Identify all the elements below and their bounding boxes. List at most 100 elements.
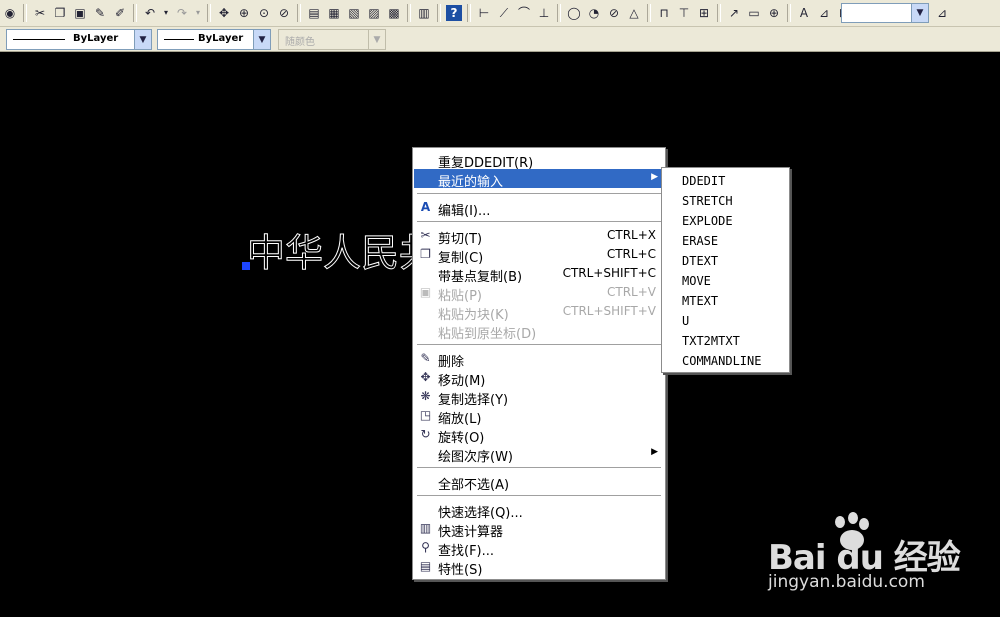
paste-icon[interactable]: ▣	[72, 5, 88, 21]
menu-item-copy[interactable]: ❐ 复制(C) CTRL+C	[414, 245, 664, 266]
copy-icon[interactable]: ❐	[52, 5, 68, 21]
menu-item-label: 绘图次序(W)	[438, 450, 513, 465]
chevron-down-icon[interactable]: ▼	[134, 30, 151, 49]
chevron-down-icon: ▼	[368, 30, 385, 49]
calculator-icon[interactable]: ▥	[416, 5, 432, 21]
menu-item-copy-selection[interactable]: ❋ 复制选择(Y)	[414, 387, 664, 408]
menu-item-quick-select[interactable]: 快速选择(Q)...	[414, 500, 664, 521]
submenu-item[interactable]: ERASE	[682, 234, 718, 248]
menu-item-copy-with-base[interactable]: 带基点复制(B) CTRL+SHIFT+C	[414, 264, 664, 285]
menu-item-edit[interactable]: A 编辑(I)...	[414, 198, 664, 219]
properties-icon[interactable]: ▤	[306, 5, 322, 21]
menu-separator	[417, 221, 661, 222]
menu-item-label: 粘贴到原坐标(D)	[438, 327, 537, 342]
submenu-item[interactable]: DTEXT	[682, 254, 718, 268]
toolbar-separator	[23, 4, 27, 22]
match-properties-icon[interactable]: ✐	[112, 5, 128, 21]
ordinate-dimension-icon[interactable]: ⊥	[536, 5, 552, 21]
menu-separator	[417, 193, 661, 194]
leader-icon[interactable]: ↗	[726, 5, 742, 21]
aligned-dimension-icon[interactable]: ⟋	[496, 5, 512, 21]
dimension-style-combo[interactable]: ▼	[841, 3, 929, 23]
brush-icon[interactable]: ✎	[92, 5, 108, 21]
submenu-item[interactable]: TXT2MTXT	[682, 334, 740, 348]
menu-item-deselect-all[interactable]: 全部不选(A)	[414, 472, 664, 493]
zoom-realtime-icon[interactable]: ⊕	[236, 5, 252, 21]
help-icon[interactable]: ?	[446, 5, 462, 21]
menu-item-move[interactable]: ✥ 移动(M)	[414, 368, 664, 389]
submenu-item[interactable]: EXPLODE	[682, 214, 733, 228]
toolbar-separator	[557, 4, 561, 22]
cut-icon[interactable]: ✂	[32, 5, 48, 21]
menu-item-draw-order[interactable]: 绘图次序(W) ▶	[414, 444, 664, 465]
markup-icon[interactable]: ▩	[386, 5, 402, 21]
scale-icon: ◳	[419, 408, 432, 422]
shortcut: CTRL+V	[607, 285, 656, 299]
sheet-set-icon[interactable]: ▨	[366, 5, 382, 21]
center-mark-icon[interactable]: ⊕	[766, 5, 782, 21]
context-menu: 重复DDEDIT(R) 最近的输入 ▶ A 编辑(I)... ✂ 剪切(T) C…	[412, 147, 666, 580]
diameter-dimension-icon[interactable]: ⊘	[606, 5, 622, 21]
submenu-item[interactable]: U	[682, 314, 689, 328]
pan-icon[interactable]: ◉	[2, 5, 18, 21]
realtime-pan-icon[interactable]: ✥	[216, 5, 232, 21]
arc-length-icon[interactable]: ⌒	[516, 5, 532, 21]
submenu-item[interactable]: MTEXT	[682, 294, 718, 308]
quick-dimension-icon[interactable]: ⊓	[656, 5, 672, 21]
jogged-dimension-icon[interactable]: ◔	[586, 5, 602, 21]
tool-palettes-icon[interactable]: ▧	[346, 5, 362, 21]
zoom-window-icon[interactable]: ⊙	[256, 5, 272, 21]
shortcut: CTRL+SHIFT+C	[562, 266, 656, 280]
menu-item-erase[interactable]: ✎ 删除	[414, 349, 664, 370]
properties-icon: ▤	[419, 559, 432, 573]
baseline-dimension-icon[interactable]: ⊤	[676, 5, 692, 21]
linear-dimension-icon[interactable]: ⊢	[476, 5, 492, 21]
submenu-item[interactable]: COMMANDLINE	[682, 354, 761, 368]
radius-dimension-icon[interactable]: ◯	[566, 5, 582, 21]
toolbar-separator	[467, 4, 471, 22]
menu-item-rotate[interactable]: ↻ 旋转(O)	[414, 425, 664, 446]
submenu-item[interactable]: STRETCH	[682, 194, 733, 208]
color-combo: 随颜色 ▼	[278, 29, 386, 50]
edit-text-icon: A	[420, 200, 431, 214]
line-sample	[164, 39, 194, 40]
design-center-icon[interactable]: ▦	[326, 5, 342, 21]
linetype-combo[interactable]: ByLayer ▼	[157, 29, 271, 50]
dimension-style-icon[interactable]: ⊿	[934, 5, 950, 21]
find-icon: ⚲	[421, 540, 430, 554]
line-sample	[13, 39, 65, 40]
menu-item-repeat[interactable]: 重复DDEDIT(R)	[414, 150, 664, 171]
menu-item-properties[interactable]: ▤ 特性(S)	[414, 557, 664, 578]
chevron-down-icon[interactable]: ▼	[911, 4, 928, 22]
menu-separator	[417, 467, 661, 468]
menu-item-quick-calc[interactable]: ▥ 快速计算器	[414, 519, 664, 540]
angular-dimension-icon[interactable]: △	[626, 5, 642, 21]
submenu-item[interactable]: DDEDIT	[682, 174, 725, 188]
redo-icon[interactable]: ↷	[174, 5, 190, 21]
toolbar-separator	[133, 4, 137, 22]
text-grip[interactable]	[242, 262, 250, 270]
properties-toolbar: ByLayer ▼ ByLayer ▼ 随颜色 ▼	[0, 27, 1000, 52]
dimension-edit-icon[interactable]: A	[796, 5, 812, 21]
zoom-previous-icon[interactable]: ⊘	[276, 5, 292, 21]
menu-item-find[interactable]: ⚲ 查找(F)...	[414, 538, 664, 559]
dimension-text-edit-icon[interactable]: ⊿	[816, 5, 832, 21]
continue-dimension-icon[interactable]: ⊞	[696, 5, 712, 21]
shortcut: CTRL+X	[606, 228, 656, 242]
redo-dropdown-icon[interactable]: ▾	[194, 5, 202, 21]
menu-item-cut[interactable]: ✂ 剪切(T) CTRL+X	[414, 226, 664, 247]
toolbar-separator	[297, 4, 301, 22]
layer-combo[interactable]: ByLayer ▼	[6, 29, 152, 50]
baidu-watermark: Bai du 经验 jingyan.baidu.com	[764, 512, 994, 612]
copy-selection-icon: ❋	[420, 389, 431, 403]
menu-item-label: 编辑(I)...	[438, 204, 491, 219]
undo-dropdown-icon[interactable]: ▾	[162, 5, 170, 21]
menu-item-recent-input[interactable]: 最近的输入 ▶	[414, 169, 664, 190]
tolerance-icon[interactable]: ▭	[746, 5, 762, 21]
chevron-down-icon[interactable]: ▼	[253, 30, 270, 49]
undo-icon[interactable]: ↶	[142, 5, 158, 21]
menu-item-scale[interactable]: ◳ 缩放(L)	[414, 406, 664, 427]
submenu-item[interactable]: MOVE	[682, 274, 711, 288]
submenu-arrow-icon: ▶	[651, 172, 658, 182]
menu-item-label: 最近的输入	[438, 175, 504, 190]
